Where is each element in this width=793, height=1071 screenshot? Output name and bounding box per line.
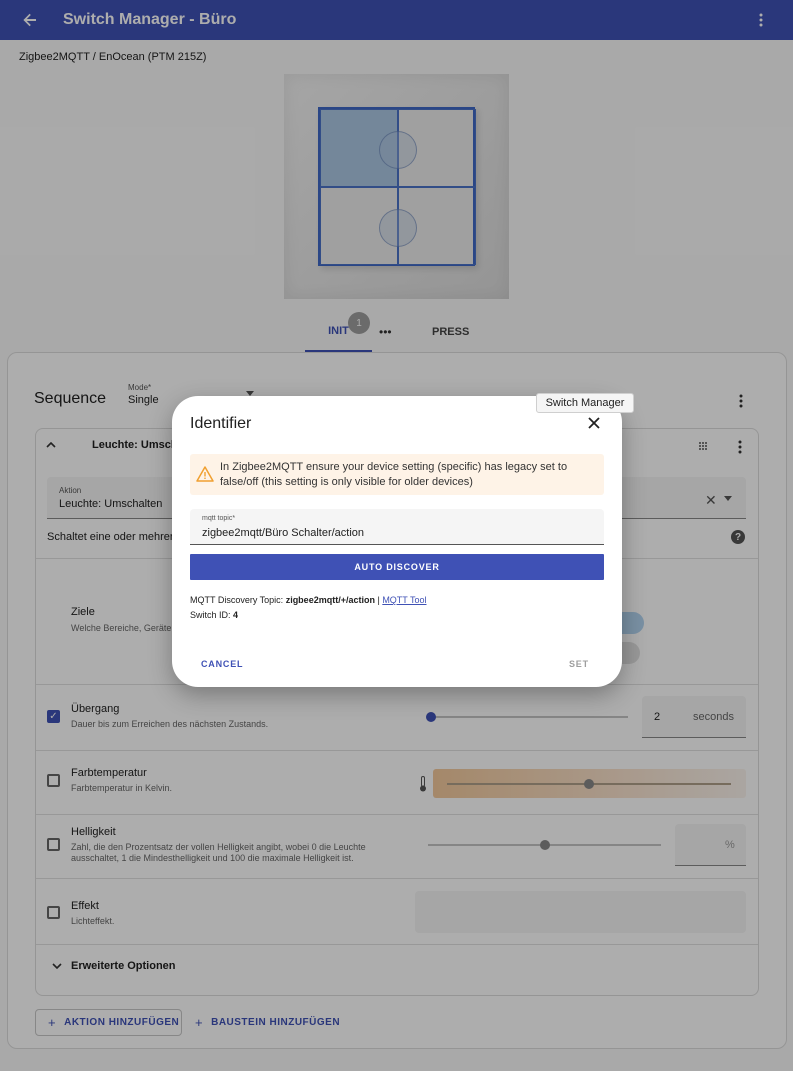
mqtt-topic-input[interactable]: mqtt topic* zigbee2mqtt/Büro Schalter/ac… <box>190 509 604 545</box>
discovery-topic: zigbee2mqtt/+/action <box>285 595 375 605</box>
identifier-dialog: Identifier In Zigbee2MQTT ensure your de… <box>172 396 622 687</box>
mqtt-topic-value: zigbee2mqtt/Büro Schalter/action <box>202 527 365 539</box>
close-icon[interactable] <box>586 415 602 431</box>
switch-id-value: 4 <box>233 610 239 620</box>
dialog-title: Identifier <box>190 415 252 432</box>
warning-icon <box>196 465 214 483</box>
warning-text: In Zigbee2MQTT ensure your device settin… <box>220 461 568 488</box>
switch-id-label: Switch ID: <box>190 610 234 620</box>
discovery-topic-line: MQTT Discovery Topic: zigbee2mqtt/+/acti… <box>190 595 427 605</box>
warning-alert: In Zigbee2MQTT ensure your device settin… <box>190 454 604 495</box>
mqtt-topic-label: mqtt topic* <box>202 515 236 522</box>
mqtt-tool-link[interactable]: MQTT Tool <box>382 595 426 605</box>
auto-discover-button[interactable]: AUTO DISCOVER <box>190 554 604 580</box>
switch-id-line: Switch ID: 4 <box>190 610 238 620</box>
discovery-prefix: MQTT Discovery Topic: <box>190 595 286 605</box>
tooltip: Switch Manager <box>536 393 634 413</box>
cancel-button[interactable]: CANCEL <box>201 659 243 669</box>
set-button[interactable]: SET <box>569 659 589 669</box>
